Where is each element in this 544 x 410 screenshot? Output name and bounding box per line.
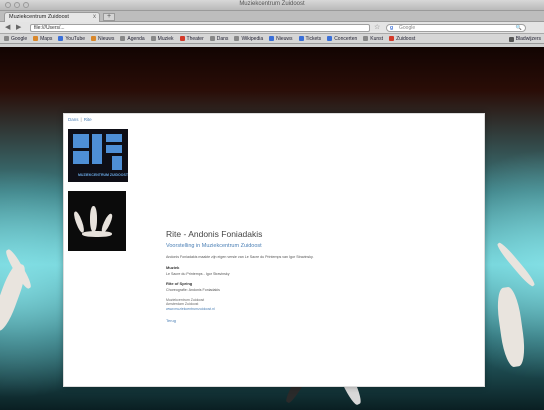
section-heading-muziek: Muziek	[166, 264, 180, 270]
section-text-muziek: Le Sacre du Printemps - Igor Stravinsky	[166, 271, 230, 276]
browser-window: Muziekcentrum Zuidoost Muziekcentrum Zui…	[0, 0, 544, 410]
bookmarks-menu-button[interactable]: Bladwijzers	[508, 36, 541, 42]
tab-bar: Muziekcentrum Zuidoost x +	[0, 11, 544, 22]
bookmark-icon	[269, 36, 275, 41]
bookmark-label: Muziek	[157, 35, 174, 42]
section-text-rite: Choreografie: Andonis Foniadakis	[166, 288, 220, 293]
bookmark-item[interactable]: Maps	[33, 36, 52, 42]
tab-close-icon[interactable]: x	[93, 13, 96, 22]
bookmarks-bar: Google Maps YouTube Nieuws Agenda Muziek Theat…	[0, 34, 544, 44]
bookmark-item[interactable]: Wikipedia	[234, 36, 263, 42]
search-icon[interactable]: 🔍	[516, 25, 522, 31]
breadcrumb: Dans | Rite	[68, 117, 92, 122]
bookmark-item[interactable]: Nieuws	[91, 36, 114, 42]
search-field[interactable]: g Google 🔍	[386, 24, 526, 32]
bookmark-item[interactable]: Zuidoost	[389, 36, 415, 42]
breadcrumb-item-dans[interactable]: Dans	[68, 117, 79, 122]
page-subtitle: Voorstelling in Muziekcentrum Zuidoost	[166, 243, 262, 249]
bookmark-item[interactable]: Muziek	[150, 35, 174, 42]
bookmark-item[interactable]: YouTube	[58, 36, 85, 42]
site-logo: MUZIEKCENTRUM ZUIDOOST	[68, 129, 128, 182]
bookmark-label: Kunst	[370, 35, 384, 42]
bookmark-item[interactable]: Theater	[179, 35, 204, 42]
bookmark-icon	[363, 36, 369, 41]
bookmark-label: Tickets	[305, 35, 322, 42]
back-link[interactable]: Terug	[166, 318, 466, 323]
bookmark-icon	[179, 36, 185, 41]
bookmark-icon	[33, 36, 39, 41]
bookmark-item[interactable]: Kunst	[363, 36, 383, 42]
content-panel: Dans | Rite MUZIEKCENTRUM ZUIDOOST Rite …	[63, 113, 485, 387]
bookmark-item[interactable]: Dans	[209, 35, 229, 42]
bookmark-label: Maps	[40, 35, 53, 42]
search-engine-icon[interactable]: g	[390, 25, 393, 31]
bookmark-label: Theater	[186, 35, 204, 42]
bookmark-label: YouTube	[65, 35, 86, 42]
page-viewport: Dans | Rite MUZIEKCENTRUM ZUIDOOST Rite …	[0, 47, 544, 410]
bookmark-icon	[150, 36, 156, 41]
url-field[interactable]: file:///Users/...	[30, 24, 370, 32]
bookmark-label: Nieuws	[276, 35, 293, 42]
bookmark-label: Wikipedia	[241, 35, 264, 42]
bookmark-icon	[4, 36, 9, 41]
bookmark-label: Concerten	[334, 35, 358, 42]
bookmark-icon	[298, 36, 304, 41]
intro-paragraph: Andonis Foniadakis maakte zijn eigen ver…	[166, 255, 314, 259]
section-heading-rite: Rite of Spring	[166, 281, 193, 287]
article: Rite - Andonis Foniadakis Voorstelling i…	[166, 229, 466, 323]
navigation-bar: ◀ ▶ file:///Users/... ☆ g Google 🔍	[0, 22, 544, 34]
title-bar: Muziekcentrum Zuidoost	[0, 0, 544, 11]
window-title: Muziekcentrum Zuidoost	[239, 1, 305, 7]
bookmark-label: Zuidoost	[396, 35, 416, 42]
logo-text: MUZIEKCENTRUM ZUIDOOST	[78, 173, 128, 177]
bookmark-icon	[58, 36, 64, 41]
bookmark-item[interactable]: Nieuws	[269, 35, 293, 42]
search-placeholder: Google	[399, 25, 416, 31]
performance-photo	[68, 191, 126, 251]
breadcrumb-item-rite[interactable]: Rite	[84, 117, 92, 122]
new-tab-button[interactable]: +	[103, 13, 115, 21]
back-button[interactable]: ◀	[5, 24, 10, 32]
forward-button[interactable]: ▶	[16, 24, 21, 32]
bookmark-icon	[120, 36, 126, 41]
bookmark-icon	[234, 36, 240, 41]
page-title: Rite - Andonis Foniadakis	[166, 229, 263, 239]
bookmark-icon	[209, 36, 215, 41]
bookmark-item[interactable]: Tickets	[298, 35, 322, 42]
tab-active[interactable]: Muziekcentrum Zuidoost x	[4, 12, 100, 22]
bookmarks-icon	[508, 36, 514, 42]
bookmark-icon	[389, 36, 395, 41]
bookmark-label: Dans	[216, 35, 229, 42]
bookmark-label: Google	[11, 35, 28, 42]
bookmark-item[interactable]: Agenda	[120, 35, 145, 42]
meta-link[interactable]: www.muziekcentrumzuidoost.nl	[166, 307, 215, 311]
bookmarks-menu-label: Bladwijzers	[515, 36, 541, 42]
bookmark-label: Agenda	[127, 35, 145, 42]
bookmark-star-icon[interactable]: ☆	[374, 24, 380, 32]
event-meta: Muziekcentrum Zuidoost Amsterdam Zuidoos…	[166, 298, 466, 311]
bookmark-label: Nieuws	[98, 35, 115, 42]
bookmark-item[interactable]: Google	[4, 36, 27, 42]
bookmark-item[interactable]: Concerten	[327, 36, 357, 42]
tab-label: Muziekcentrum Zuidoost	[9, 14, 69, 20]
bookmark-icon	[327, 36, 333, 41]
bookmark-icon	[91, 36, 97, 41]
